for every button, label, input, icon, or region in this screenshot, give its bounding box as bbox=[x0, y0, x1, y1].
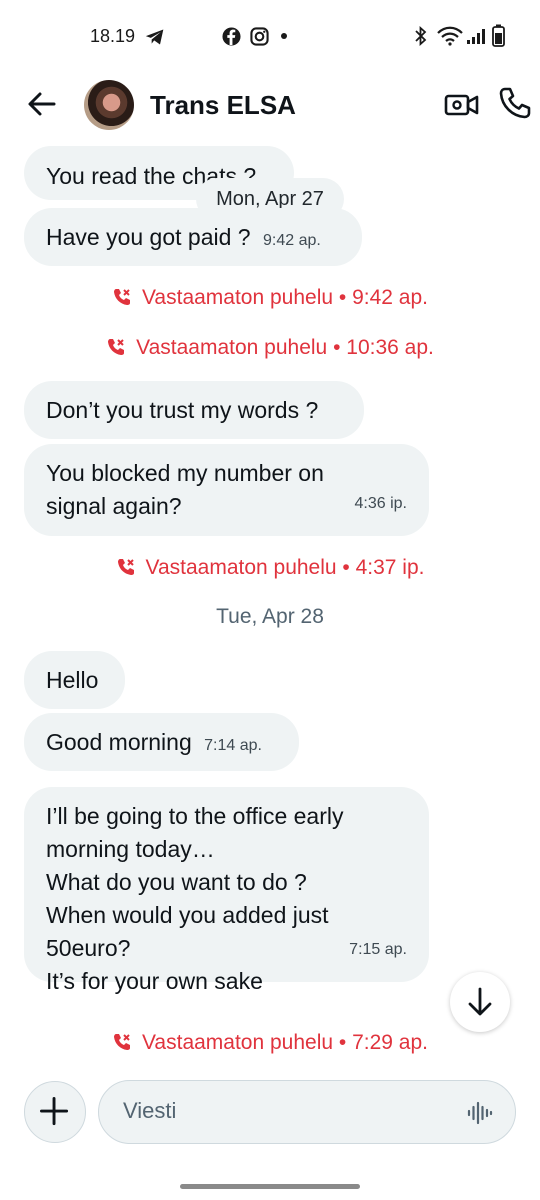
status-time: 18.19 bbox=[90, 26, 136, 46]
scroll-to-bottom-button[interactable] bbox=[450, 972, 510, 1032]
status-bar: 18.19 bbox=[0, 0, 540, 70]
message-text: Don’t you trust my words ? bbox=[46, 397, 319, 423]
video-call-icon[interactable] bbox=[444, 90, 480, 120]
message-input-placeholder: Viesti bbox=[123, 1098, 177, 1123]
message-bubble[interactable]: You blocked my number on signal again? 4… bbox=[24, 444, 429, 536]
missed-call-notice[interactable]: Vastaamaton puhelu • 10:36 ap. bbox=[0, 336, 540, 360]
message-input[interactable]: Viesti bbox=[98, 1080, 516, 1144]
message-text: Have you got paid ? bbox=[46, 224, 251, 250]
message-time: 4:36 ip. bbox=[354, 495, 407, 512]
missed-call-label: Vastaamaton puhelu • 4:37 ip. bbox=[145, 556, 425, 579]
missed-call-icon bbox=[117, 559, 134, 575]
contact-avatar[interactable] bbox=[84, 80, 134, 130]
missed-call-label: Vastaamaton puhelu • 7:29 ap. bbox=[141, 1031, 428, 1054]
message-text: Good morning bbox=[46, 729, 192, 755]
message-time: 9:42 ap. bbox=[262, 232, 321, 249]
message-bubble[interactable]: Hello bbox=[24, 651, 125, 709]
instagram-icon bbox=[250, 27, 269, 46]
message-bubble[interactable]: Have you got paid ? 9:42 ap. bbox=[24, 208, 362, 266]
back-arrow-icon[interactable] bbox=[26, 88, 58, 120]
facebook-icon bbox=[222, 27, 241, 46]
missed-call-label: Vastaamaton puhelu • 9:42 ap. bbox=[141, 286, 428, 309]
message-bubble[interactable]: Good morning 7:14 ap. bbox=[24, 713, 299, 771]
message-time: 7:14 ap. bbox=[204, 737, 262, 754]
missed-call-label: Vastaamaton puhelu • 10:36 ap. bbox=[136, 336, 434, 359]
contact-name[interactable]: Trans ELSA bbox=[150, 90, 296, 121]
message-text: Hello bbox=[46, 667, 99, 693]
phone-call-icon[interactable] bbox=[498, 86, 532, 120]
missed-call-notice[interactable]: Vastaamaton puhelu • 4:37 ip. bbox=[0, 556, 540, 580]
add-attachment-button[interactable] bbox=[24, 1081, 86, 1143]
missed-call-notice[interactable]: Vastaamaton puhelu • 7:29 ap. bbox=[0, 1031, 540, 1055]
battery-icon bbox=[492, 24, 505, 47]
wifi-icon bbox=[437, 26, 463, 46]
missed-call-icon bbox=[113, 289, 130, 305]
message-bubble[interactable]: Don’t you trust my words ? bbox=[24, 381, 364, 439]
voice-message-icon[interactable] bbox=[467, 1100, 493, 1126]
message-list[interactable]: You read the chats ? Mon, Apr 27 Have yo… bbox=[0, 146, 540, 1076]
missed-call-icon bbox=[108, 339, 125, 355]
message-time: 7:15 ap. bbox=[349, 941, 407, 958]
plus-icon bbox=[40, 1097, 69, 1126]
bluetooth-icon bbox=[415, 26, 427, 46]
home-indicator[interactable] bbox=[180, 1184, 360, 1189]
cellular-signal-icon bbox=[467, 29, 485, 44]
chat-header: Trans ELSA bbox=[0, 70, 540, 146]
telegram-icon bbox=[145, 29, 164, 45]
message-bubble[interactable]: I’ll be going to the office early mornin… bbox=[24, 787, 429, 994]
missed-call-notice[interactable]: Vastaamaton puhelu • 9:42 ap. bbox=[0, 286, 540, 310]
notification-dot-icon bbox=[281, 33, 287, 39]
message-text: You blocked my number on signal again? bbox=[46, 460, 324, 519]
missed-call-icon bbox=[113, 1034, 130, 1050]
date-separator: Tue, Apr 28 bbox=[216, 605, 324, 628]
arrow-down-icon bbox=[468, 987, 492, 1016]
message-text: I’ll be going to the office early mornin… bbox=[46, 803, 344, 994]
